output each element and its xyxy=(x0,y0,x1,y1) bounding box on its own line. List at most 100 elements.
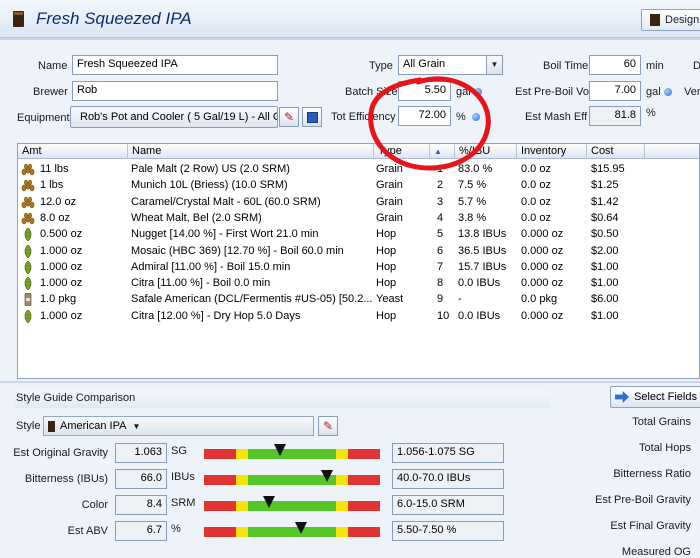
pre-boil-field[interactable]: 7.00 xyxy=(589,81,641,101)
cell-type: Hop xyxy=(376,277,397,290)
cell-type: Hop xyxy=(376,228,397,241)
cell-name: Admiral [11.00 %] - Boil 15.0 min xyxy=(131,260,291,273)
boil-time-field[interactable]: 60 xyxy=(589,55,641,75)
title-separator xyxy=(0,38,700,40)
range-segment xyxy=(236,449,248,459)
select-fields-button[interactable]: Select Fields xyxy=(610,386,700,408)
cell-inv: 0.0 oz xyxy=(521,195,551,208)
hop-icon xyxy=(21,244,35,258)
range-segment xyxy=(204,501,236,511)
mash-eff-field: 81.8 xyxy=(589,106,641,126)
cell-type: Grain xyxy=(376,195,403,208)
type-value: All Grain xyxy=(403,58,446,70)
cell-name: Caramel/Crystal Malt - 60L (60.0 SRM) xyxy=(131,195,321,208)
hop-icon xyxy=(21,276,35,291)
select-fields-label: Select Fields xyxy=(634,391,697,403)
range-segment xyxy=(204,449,236,459)
pre-boil-unit: gal xyxy=(646,86,661,98)
grain-icon xyxy=(21,163,35,176)
range-bar xyxy=(204,501,380,511)
equipment-value: Rob's Pot and Cooler ( 5 Gal/19 L) - All… xyxy=(80,111,278,123)
table-row[interactable]: 1 lbs Munich 10L (Briess) (10.0 SRM) Grain… xyxy=(18,177,699,193)
metric-range: 40.0-70.0 IBUs xyxy=(392,469,504,489)
cell-cost: $6.00 xyxy=(591,293,619,306)
table-row[interactable]: 1.000 oz Admiral [11.00 %] - Boil 15.0 mi… xyxy=(18,259,699,275)
cell-amt: 1.000 oz xyxy=(40,309,83,322)
edit-equipment-button[interactable]: ✎ xyxy=(279,107,299,127)
range-segment xyxy=(204,527,236,537)
info-dot-icon[interactable] xyxy=(664,88,672,96)
cell-cost: $0.64 xyxy=(591,211,619,224)
cut-off-label: D xyxy=(693,60,700,72)
edit-style-button[interactable]: ✎ xyxy=(318,416,338,436)
cell-cost: $15.95 xyxy=(591,163,625,175)
table-row[interactable]: 1.000 oz Citra [12.00 %] - Dry Hop 5.0 Da… xyxy=(18,308,699,324)
cell-pct: 13.8 IBUs xyxy=(458,228,507,241)
summary-label: Total Hops xyxy=(639,442,691,454)
boil-time-label: Boil Time xyxy=(543,60,589,72)
arrow-right-icon xyxy=(615,391,629,403)
range-marker-icon xyxy=(263,496,276,508)
chevron-down-icon[interactable]: ▼ xyxy=(486,56,502,74)
table-row[interactable]: 12.0 oz Caramel/Crystal Malt - 60L (60.0 … xyxy=(18,194,699,210)
metric-range: 1.056-1.075 SG xyxy=(392,443,504,463)
table-row[interactable]: 0.500 oz Nugget [14.00 %] - First Wort 21… xyxy=(18,226,699,242)
cell-cost: $0.50 xyxy=(591,228,619,241)
style-selector[interactable]: American IPA ▼ xyxy=(43,416,314,436)
cell-name: Wheat Malt, Bel (2.0 SRM) xyxy=(131,211,262,224)
metric-unit: SG xyxy=(171,445,187,457)
beer-glass-icon xyxy=(650,14,660,26)
cell-num: 6 xyxy=(437,244,444,257)
style-guide-title: Style Guide Comparison xyxy=(16,392,136,404)
cell-pct: 3.8 % xyxy=(458,211,487,224)
range-segment xyxy=(336,475,348,485)
cell-type: Hop xyxy=(376,309,397,322)
metric-range: 6.0-15.0 SRM xyxy=(392,495,504,515)
beer-glass-icon xyxy=(48,420,55,432)
cell-inv: 0.000 oz xyxy=(521,309,564,322)
grain-icon xyxy=(21,179,35,192)
column-header-name[interactable]: Name xyxy=(128,144,374,159)
table-row[interactable]: 11 lbs Pale Malt (2 Row) US (2.0 SRM) Grai… xyxy=(18,161,699,177)
cell-cost: $1.00 xyxy=(591,260,619,273)
cell-type: Grain xyxy=(376,211,403,224)
summary-label: Total Grains xyxy=(632,416,691,428)
table-row[interactable]: 8.0 oz Wheat Malt, Bel (2.0 SRM) Grain 4 3.8… xyxy=(18,210,699,226)
column-header-amt[interactable]: Amt xyxy=(18,144,128,159)
metric-label: Bitterness (IBUs) xyxy=(24,473,108,485)
cell-type: Yeast xyxy=(376,293,404,306)
hop-icon xyxy=(21,227,35,242)
hop-icon xyxy=(21,260,35,275)
cell-name: Munich 10L (Briess) (10.0 SRM) xyxy=(131,179,288,192)
summary-label: Measured OG xyxy=(621,546,691,558)
save-equipment-button[interactable] xyxy=(302,107,322,127)
cell-cost: $1.00 xyxy=(591,309,619,322)
cell-num: 5 xyxy=(437,228,444,241)
name-field[interactable]: Fresh Squeezed IPA xyxy=(72,55,278,75)
design-tab-button[interactable]: Design xyxy=(641,9,700,31)
ingredients-grid[interactable]: Amt Name Type ▲ %/IBU Inventory Cost 11 … xyxy=(17,143,700,379)
cell-num: 4 xyxy=(437,211,444,224)
cell-amt: 1.000 oz xyxy=(40,277,83,290)
cell-pct: 7.5 % xyxy=(458,179,487,192)
table-row[interactable]: 1.000 oz Citra [11.00 %] - Boil 0.0 min Ho… xyxy=(18,275,699,291)
cell-amt: 1 lbs xyxy=(40,179,64,192)
cell-amt: 0.500 oz xyxy=(40,228,83,241)
save-icon xyxy=(306,111,318,123)
brewer-field[interactable]: Rob xyxy=(72,81,278,101)
chevron-down-icon[interactable]: ▼ xyxy=(132,422,140,431)
cell-amt: 1.000 oz xyxy=(40,260,83,273)
table-row[interactable]: 1.000 oz Mosaic (HBC 369) [12.70 %] - Boi… xyxy=(18,243,699,259)
cell-inv: 0.0 pkg xyxy=(521,293,558,306)
edit-icon: ✎ xyxy=(283,110,295,124)
type-select[interactable]: All Grain ▼ xyxy=(398,55,503,75)
equipment-selector[interactable]: Rob's Pot and Cooler ( 5 Gal/19 L) - All… xyxy=(70,106,278,128)
cell-inv: 0.0 oz xyxy=(521,211,551,224)
table-row[interactable]: 1.0 pkg Safale American (DCL/Fermentis #U… xyxy=(18,291,699,307)
range-segment xyxy=(204,475,236,485)
cell-name: Pale Malt (2 Row) US (2.0 SRM) xyxy=(131,163,290,175)
column-header-cost[interactable]: Cost xyxy=(587,144,645,159)
cell-amt: 8.0 oz xyxy=(40,211,70,224)
cell-num: 3 xyxy=(437,195,444,208)
column-header-inventory[interactable]: Inventory xyxy=(517,144,587,159)
